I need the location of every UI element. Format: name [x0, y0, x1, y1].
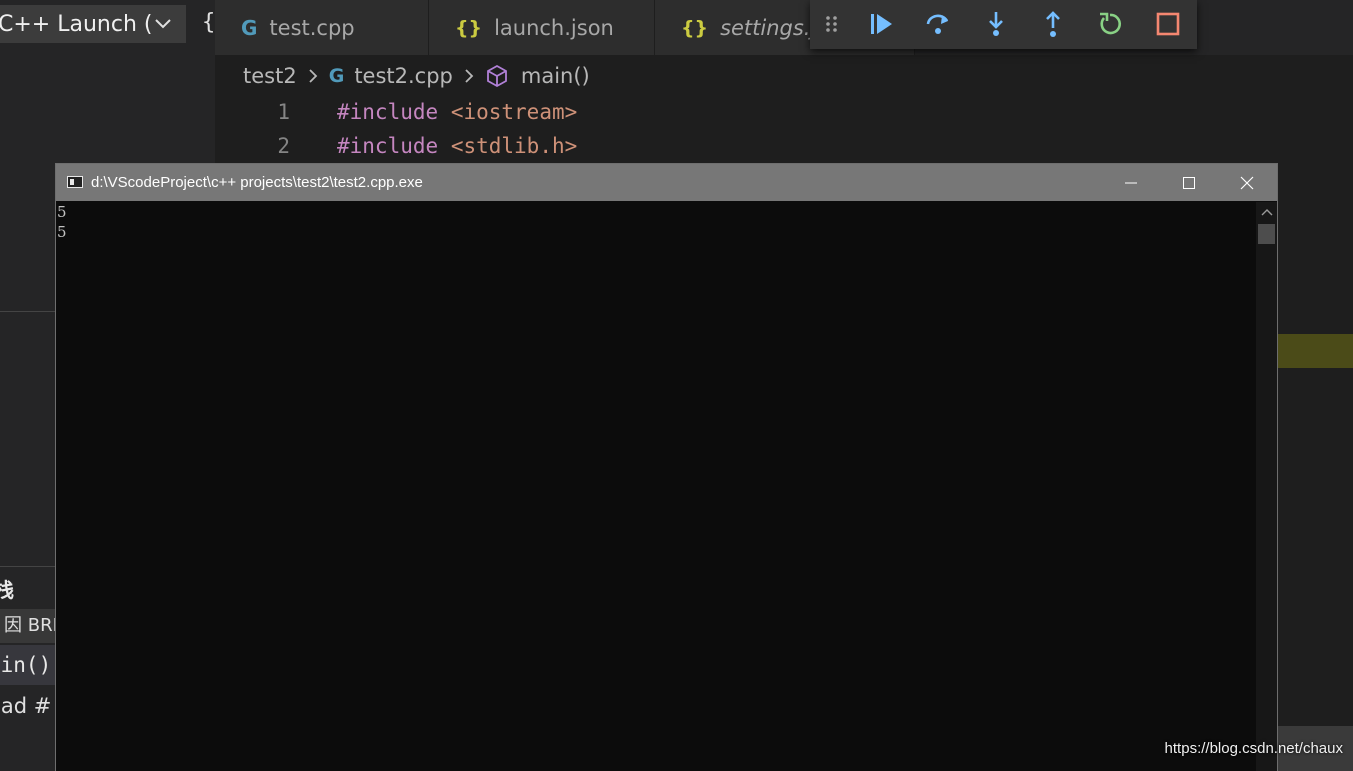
continue-icon[interactable] [863, 6, 899, 42]
maximize-button[interactable] [1160, 164, 1218, 201]
watermark-text: https://blog.csdn.net/chaux [1164, 740, 1343, 757]
method-cube-icon [485, 64, 509, 88]
breadcrumb-file[interactable]: test2.cpp [354, 64, 453, 88]
thread-row[interactable]: ead # [0, 689, 60, 723]
console-window[interactable]: d:\VScodeProject\c++ projects\test2\test… [55, 163, 1278, 771]
paused-reason-badge: 因 BRE [0, 609, 60, 643]
stack-frame-label: ain() [0, 653, 52, 677]
thread-label: ead # [0, 694, 52, 718]
gear-icon[interactable]: { [202, 10, 215, 35]
tab-test-cpp[interactable]: G test.cpp [215, 0, 429, 55]
code-keyword: #include [337, 134, 439, 158]
current-line-highlight [1278, 334, 1353, 368]
chevron-right-icon [463, 66, 475, 86]
stop-icon[interactable] [1150, 6, 1186, 42]
console-app-icon [67, 176, 83, 188]
restart-icon[interactable] [1092, 6, 1128, 42]
code-text: #include <iostream> [337, 95, 577, 129]
chevron-right-icon [307, 66, 319, 86]
scroll-up-icon[interactable] [1258, 204, 1275, 220]
step-into-icon[interactable] [978, 6, 1014, 42]
launch-config-select[interactable]: C++ Launch ( [0, 5, 186, 43]
debug-toolbar[interactable] [810, 0, 1197, 49]
stack-frame-main[interactable]: ain() [0, 645, 60, 685]
console-output-line: 5 [57, 223, 67, 241]
console-output-line: 5 [57, 203, 67, 221]
call-stack-title: 栈 [0, 578, 14, 602]
minimize-button[interactable] [1102, 164, 1160, 201]
json-icon: {} [455, 16, 483, 39]
code-include-path: <iostream> [450, 100, 578, 124]
cpp-icon: G [241, 15, 258, 40]
step-out-icon[interactable] [1035, 6, 1071, 42]
code-line[interactable]: 1 #include <iostream> [215, 95, 1353, 129]
code-include-path: <stdlib.h> [450, 134, 578, 158]
line-number: 1 [277, 100, 290, 124]
close-button[interactable] [1218, 164, 1276, 201]
step-over-icon[interactable] [920, 6, 956, 42]
chevron-down-icon [154, 13, 172, 39]
tab-label: test.cpp [269, 15, 355, 40]
code-keyword: #include [337, 100, 439, 124]
json-icon: {} [681, 16, 709, 39]
console-scrollbar[interactable] [1256, 202, 1277, 771]
console-titlebar[interactable]: d:\VScodeProject\c++ projects\test2\test… [56, 164, 1277, 201]
console-title: d:\VScodeProject\c++ projects\test2\test… [91, 174, 423, 191]
launch-config-label: C++ Launch ( [0, 11, 153, 37]
drag-grip-icon[interactable] [822, 6, 842, 42]
console-output[interactable]: 5 5 [56, 202, 1256, 771]
scrollbar-thumb[interactable] [1258, 224, 1275, 244]
tab-label: launch.json [494, 15, 614, 40]
breadcrumb-folder[interactable]: test2 [243, 64, 297, 88]
breadcrumb: test2 G test2.cpp main() [243, 58, 590, 94]
code-line[interactable]: 2 #include <stdlib.h> [215, 129, 1353, 163]
breadcrumb-symbol[interactable]: main() [521, 64, 590, 88]
code-text: #include <stdlib.h> [337, 129, 577, 163]
line-number: 2 [277, 134, 290, 158]
tab-launch-json[interactable]: {} launch.json [429, 0, 655, 55]
cpp-icon: G [328, 65, 345, 87]
